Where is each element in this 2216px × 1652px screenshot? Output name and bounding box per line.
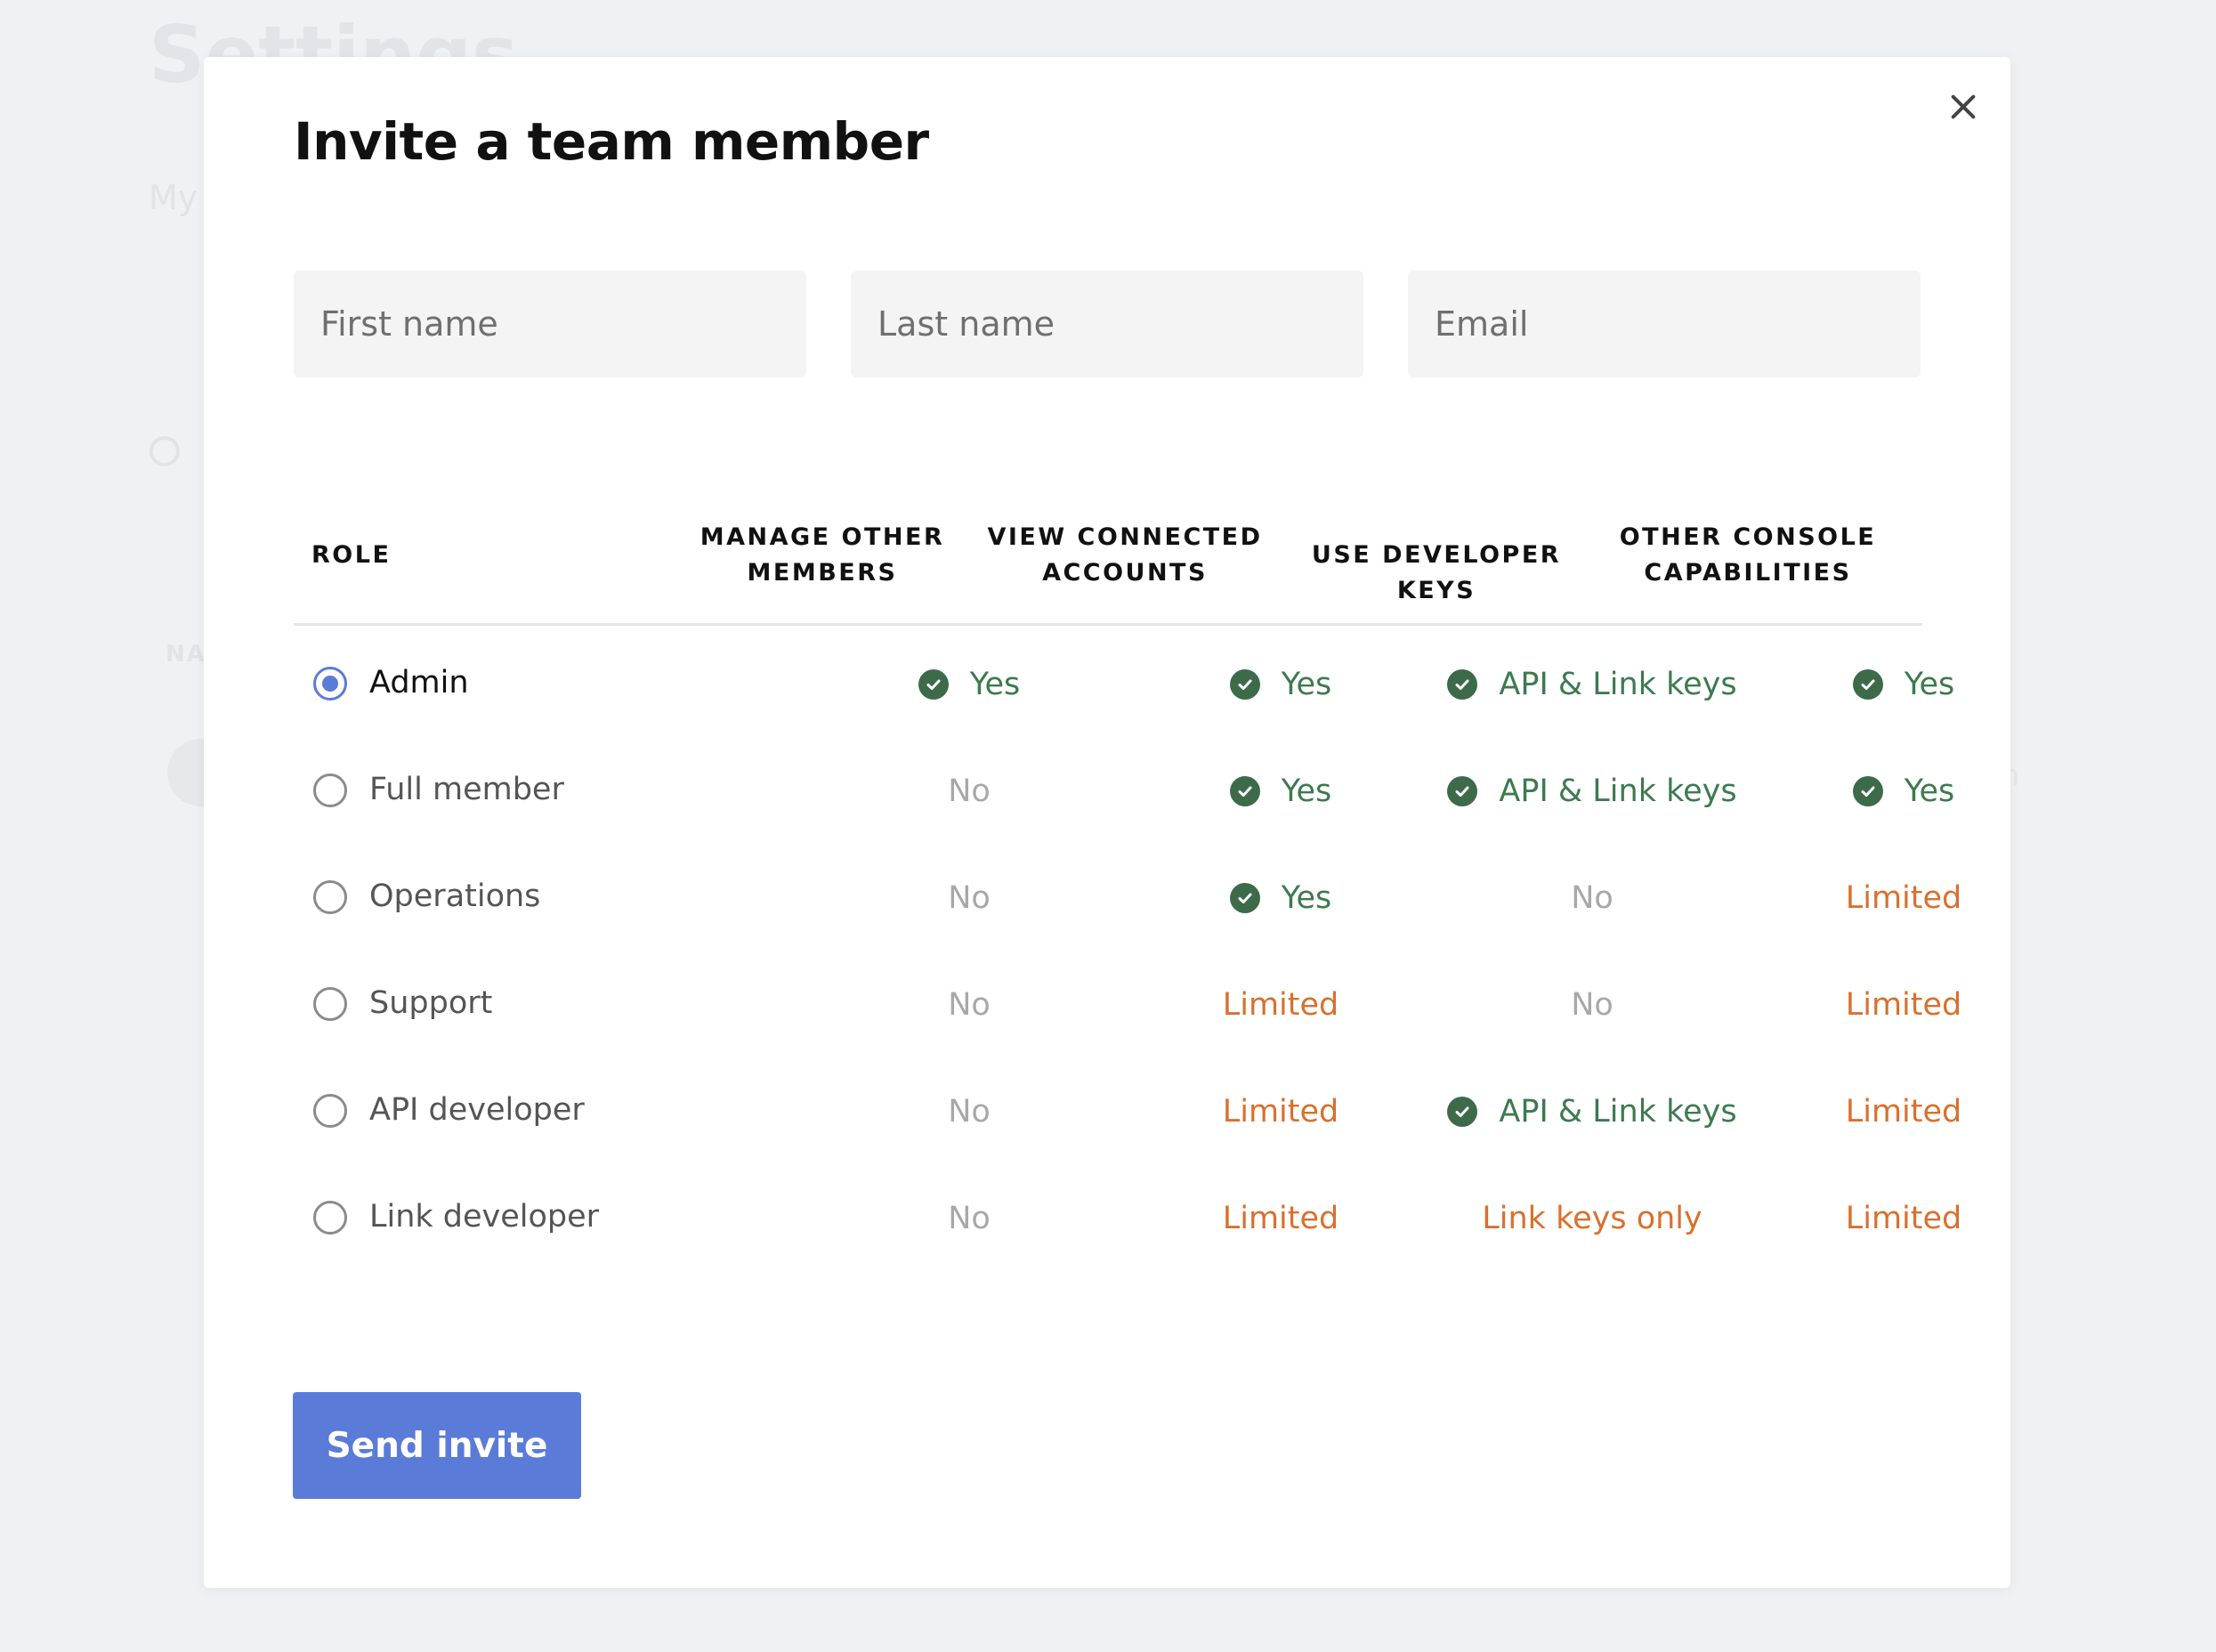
permission-value: Limited [1845,880,1962,916]
column-header-manage: MANAGE OTHER MEMBERS [700,523,945,587]
table-row[interactable]: Full member No Yes API & Link keys Yes [294,738,1954,845]
table-row[interactable]: Support No Limited No Limited [294,952,1961,1058]
permission-cell-manage: No [813,984,1125,1026]
permission-cell-other: Limited [1748,1197,2059,1240]
check-circle-icon [1447,1097,1478,1127]
permission-value: Limited [1845,1201,1962,1236]
permission-cell-other: Limited [1748,877,2059,919]
permission-cell-other: Yes [1748,770,2059,813]
background-column-label: NA [166,641,206,668]
table-row[interactable]: Operations No Yes No Limited [294,845,1961,952]
check-circle-icon [1852,669,1883,700]
permission-value: No [948,1201,991,1236]
permission-cell-keys: API & Link keys [1436,1090,1748,1133]
header-divider [294,623,1922,626]
column-header-role: ROLE [311,541,392,569]
permission-cell-view: Limited [1125,984,1436,1026]
permission-value: Limited [1222,1201,1339,1236]
permission-value: Yes [1281,773,1332,809]
table-row[interactable]: Admin Yes Yes API & Link keys Yes [294,631,1954,738]
email-input[interactable] [1408,271,1921,377]
permission-value: No [948,987,991,1023]
permission-value: No [948,1094,991,1130]
check-circle-icon [918,669,949,700]
permission-value: No [1571,987,1613,1023]
permission-value: Yes [1904,667,1955,702]
permission-cell-view: Yes [1125,663,1436,706]
permission-value: No [1571,880,1613,916]
permission-cell-manage: Yes [813,663,1125,706]
role-radio-button[interactable] [313,773,347,807]
last-name-input[interactable] [851,271,1363,377]
role-radio-button[interactable] [313,987,347,1021]
table-row[interactable]: Link developer No Limited Link keys only Lim… [294,1165,1961,1272]
permission-value: Limited [1845,987,1962,1023]
role-label: API developer [369,1092,585,1128]
close-icon[interactable] [1942,85,1985,128]
permission-value: Limited [1222,1094,1339,1130]
column-header-other: OTHER CONSOLE CAPABILITIES [1619,523,1877,587]
permission-value: Yes [1904,773,1955,809]
role-label: Support [369,985,493,1021]
send-invite-button[interactable]: Send invite [293,1392,581,1499]
permission-cell-keys: No [1436,877,1748,919]
role-radio-button[interactable] [313,667,347,700]
permission-value: API & Link keys [1499,667,1737,702]
role-radio-button[interactable] [313,1094,347,1128]
check-circle-icon [1447,776,1478,806]
role-label: Link developer [369,1199,600,1235]
permission-cell-manage: No [813,1090,1125,1133]
permission-value: No [948,880,991,916]
role-label: Operations [369,879,541,914]
permission-cell-view: Limited [1125,1197,1436,1240]
permission-value: API & Link keys [1499,773,1737,809]
permission-cell-view: Limited [1125,1090,1436,1133]
permission-value: Limited [1845,1094,1962,1130]
permission-value: Yes [1281,880,1332,916]
permission-cell-manage: No [813,877,1125,919]
permission-value: Link keys only [1482,1201,1702,1236]
check-circle-icon [1852,776,1883,806]
role-label: Admin [369,665,469,700]
modal-title: Invite a team member [294,111,929,172]
permission-cell-keys: Link keys only [1436,1197,1748,1240]
permission-cell-keys: No [1436,984,1748,1026]
permission-cell-keys: API & Link keys [1436,770,1748,813]
permission-value: Limited [1222,987,1339,1023]
check-circle-icon [1229,669,1260,700]
role-radio-button[interactable] [313,880,347,914]
permission-cell-view: Yes [1125,877,1436,919]
first-name-input[interactable] [294,271,806,377]
check-circle-icon [1229,776,1260,806]
permission-value: No [948,773,991,809]
column-header-view: VIEW CONNECTED ACCOUNTS [987,523,1263,587]
permission-cell-view: Yes [1125,770,1436,813]
permission-value: Yes [1281,667,1332,702]
permission-value: Yes [969,667,1021,702]
permission-cell-keys: API & Link keys [1436,663,1748,706]
permission-cell-other: Limited [1748,984,2059,1026]
background-subtitle: My [149,178,198,217]
table-row[interactable]: API developer No Limited API & Link keys Lim… [294,1058,1961,1165]
permission-cell-manage: No [813,770,1125,813]
permission-cell-manage: No [813,1197,1125,1240]
check-circle-icon [1229,883,1260,913]
column-header-keys: USE DEVELOPER KEYS [1311,541,1562,604]
permission-cell-other: Yes [1748,663,2059,706]
role-radio-button[interactable] [313,1201,347,1235]
check-circle-icon [1447,669,1478,700]
permission-value: API & Link keys [1499,1094,1737,1130]
search-icon [150,436,180,466]
role-label: Full member [369,772,564,807]
permission-cell-other: Limited [1748,1090,2059,1133]
